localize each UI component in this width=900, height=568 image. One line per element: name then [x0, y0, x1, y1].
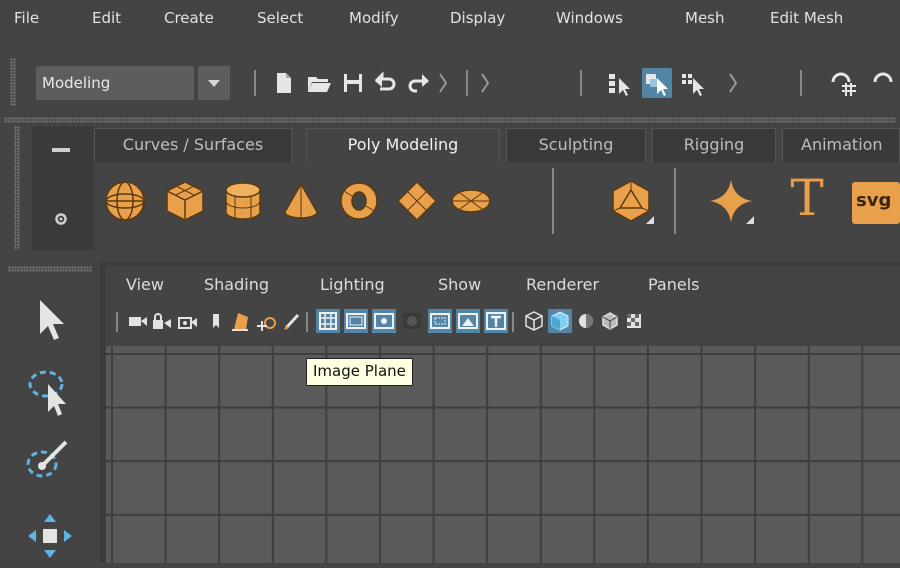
poly-cube-icon[interactable]: [160, 176, 210, 226]
menu-set-label: Modeling: [42, 74, 111, 92]
shelf-tab-curves-surfaces[interactable]: Curves / Surfaces: [94, 128, 292, 162]
collapse-toggle[interactable]: [480, 70, 490, 96]
shelf-grip-vertical[interactable]: [14, 126, 20, 250]
panel-menu-shading[interactable]: Shading: [204, 275, 269, 294]
svg-label: svg: [856, 190, 892, 211]
safe-title-icon[interactable]: [484, 309, 508, 333]
select-by-hierarchy-icon[interactable]: [604, 68, 634, 98]
poly-sphere-icon[interactable]: [100, 176, 150, 226]
panel-menu-lighting[interactable]: Lighting: [320, 275, 385, 294]
grease-pencil-icon[interactable]: [280, 309, 304, 333]
viewport-grid[interactable]: [106, 346, 900, 563]
menu-create[interactable]: Create: [164, 9, 214, 27]
shelf-separator: [674, 168, 676, 234]
wireframe-icon[interactable]: [522, 309, 546, 333]
shelf-separator: [552, 168, 554, 234]
main-menu-bar: File Edit Create Select Modify Display W…: [0, 0, 900, 42]
poly-type-text-icon[interactable]: T: [782, 168, 832, 228]
toolbar-separator: [580, 70, 582, 96]
shelf-tab-sculpting[interactable]: Sculpting: [506, 128, 646, 162]
menu-mesh[interactable]: Mesh: [685, 9, 725, 27]
tooltip: Image Plane: [306, 358, 413, 386]
open-scene-icon[interactable]: [304, 68, 334, 98]
undo-icon[interactable]: [370, 68, 400, 98]
move-tool-icon[interactable]: [22, 508, 78, 564]
toolbar-separator: [254, 70, 256, 96]
smooth-shade-icon[interactable]: [548, 309, 572, 333]
toolbox-grip[interactable]: [8, 266, 92, 272]
new-scene-icon[interactable]: [268, 68, 298, 98]
super-shape-star-icon[interactable]: [706, 176, 756, 226]
gear-icon[interactable]: [53, 211, 69, 227]
menu-modify[interactable]: Modify: [349, 9, 399, 27]
poly-disc-icon[interactable]: [446, 176, 496, 226]
status-line-grip[interactable]: [10, 58, 16, 106]
platonic-solid-icon[interactable]: [606, 176, 656, 226]
panel-menu-show[interactable]: Show: [438, 275, 481, 294]
menu-edit[interactable]: Edit: [92, 9, 121, 27]
snap-to-grid-icon[interactable]: [828, 68, 858, 98]
svg-import-icon[interactable]: svg: [852, 182, 900, 224]
image-plane-icon[interactable]: [228, 309, 252, 333]
select-camera-icon[interactable]: [126, 309, 150, 333]
shelf-tab-animation[interactable]: Animation: [782, 128, 900, 162]
menu-file[interactable]: File: [14, 9, 39, 27]
panel-menu-renderer[interactable]: Renderer: [526, 275, 599, 294]
save-scene-icon[interactable]: [338, 68, 368, 98]
menu-select[interactable]: Select: [257, 9, 303, 27]
field-chart-icon[interactable]: [428, 309, 452, 333]
panel-toolbar-separator: [306, 312, 308, 332]
panel-menu-panels[interactable]: Panels: [648, 275, 700, 294]
panel-menu-view[interactable]: View: [126, 275, 164, 294]
paint-select-tool-icon[interactable]: [22, 432, 78, 488]
resolution-gate-icon[interactable]: [372, 309, 396, 333]
shelf-grip[interactable]: [4, 117, 896, 123]
menu-edit-mesh[interactable]: Edit Mesh: [770, 9, 843, 27]
gate-mask-icon[interactable]: [400, 309, 424, 333]
poly-cone-icon[interactable]: [276, 176, 326, 226]
shelf-menu-icon[interactable]: [52, 148, 70, 152]
grid-toggle-icon[interactable]: [316, 309, 340, 333]
poly-plane-icon[interactable]: [392, 176, 442, 226]
bookmarks-icon[interactable]: [204, 309, 228, 333]
menu-set-dropdown-arrow[interactable]: [198, 66, 230, 100]
select-tool-arrow-icon[interactable]: [22, 292, 78, 348]
shelf-icon-area: [94, 162, 900, 254]
safe-action-icon[interactable]: [456, 309, 480, 333]
select-by-object-icon[interactable]: [642, 68, 672, 98]
poly-cylinder-icon[interactable]: [218, 176, 268, 226]
two-d-pan-zoom-icon[interactable]: [256, 309, 280, 333]
lock-camera-icon[interactable]: [150, 309, 174, 333]
panel-toolbar-separator: [116, 312, 118, 332]
use-default-material-icon[interactable]: [574, 309, 598, 333]
shelf-side-bar: [32, 126, 94, 250]
shelf-tab-poly-modeling[interactable]: Poly Modeling: [306, 128, 500, 162]
shelf-tab-rigging[interactable]: Rigging: [652, 128, 776, 162]
film-gate-icon[interactable]: [344, 309, 368, 333]
wireframe-on-shaded-icon[interactable]: [598, 309, 622, 333]
select-by-component-icon[interactable]: [678, 68, 708, 98]
collapse-toggle[interactable]: [728, 70, 738, 96]
textured-icon[interactable]: [622, 309, 642, 333]
panel-toolbar-separator: [512, 312, 514, 332]
redo-icon[interactable]: [404, 68, 434, 98]
snap-to-curve-icon[interactable]: [870, 68, 900, 98]
lasso-tool-icon[interactable]: [22, 362, 78, 418]
menu-display[interactable]: Display: [450, 9, 505, 27]
camera-attributes-icon[interactable]: [176, 309, 200, 333]
toolbar-separator: [466, 70, 468, 96]
collapse-toggle[interactable]: [438, 70, 448, 96]
toolbar-separator: [800, 70, 802, 96]
poly-torus-icon[interactable]: [334, 176, 384, 226]
chevron-down-icon: [208, 80, 220, 87]
menu-windows[interactable]: Windows: [556, 9, 623, 27]
